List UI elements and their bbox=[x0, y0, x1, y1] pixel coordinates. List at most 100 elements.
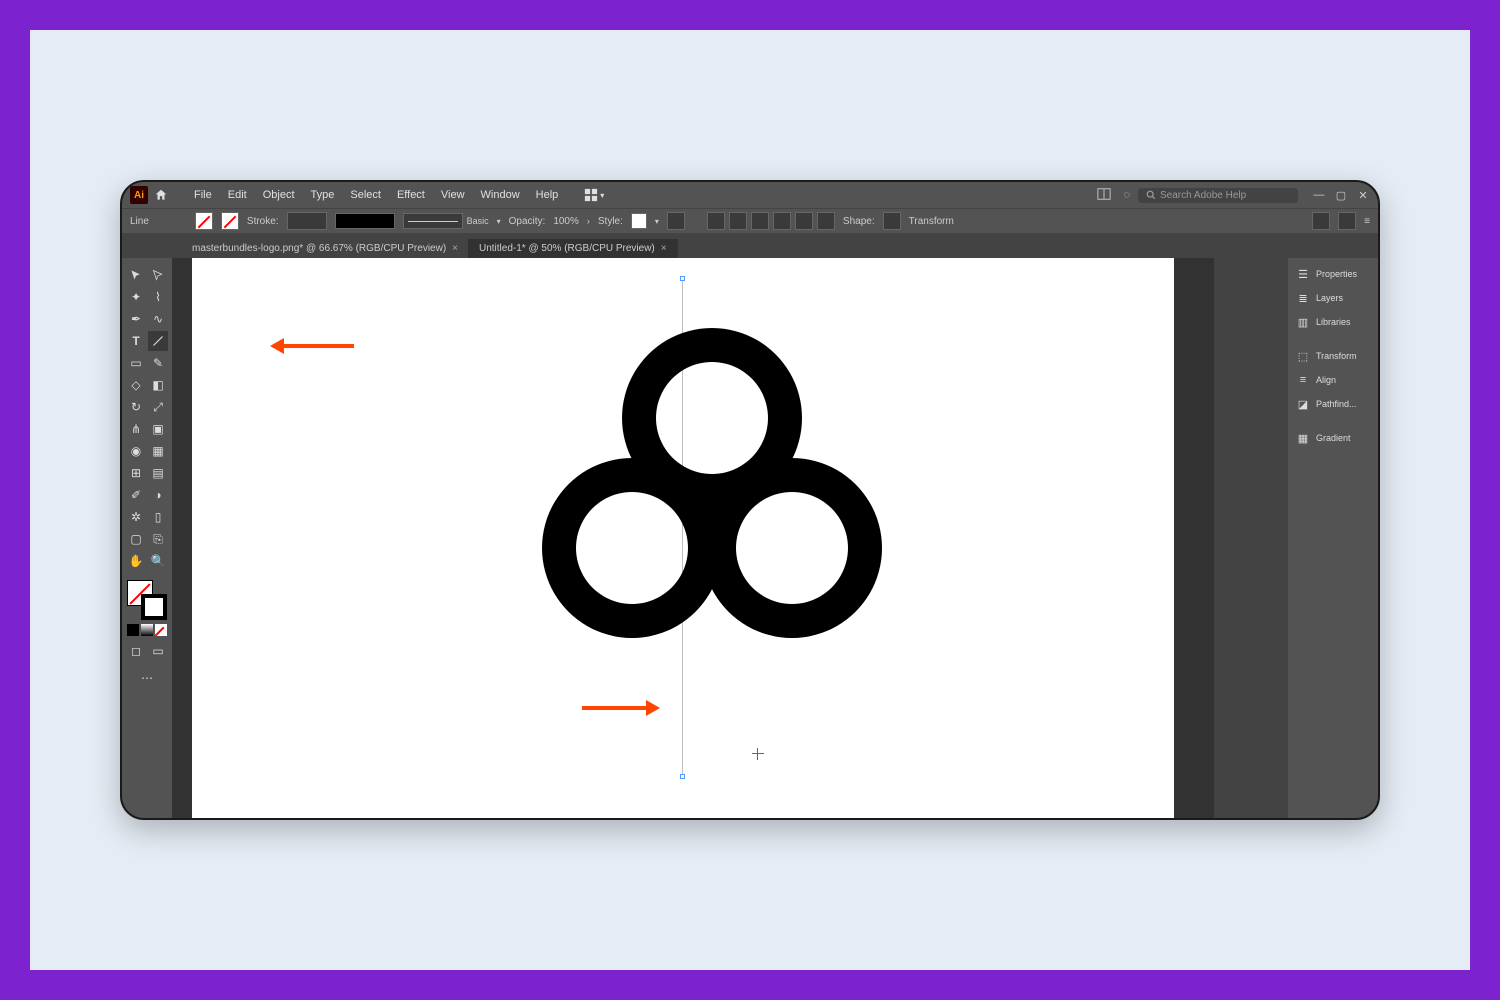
stroke-label: Stroke: bbox=[247, 216, 279, 227]
active-tool-label: Line bbox=[130, 216, 149, 227]
rectangle-tool[interactable]: ▭ bbox=[126, 353, 146, 373]
close-icon[interactable]: × bbox=[452, 243, 458, 254]
maximize-button[interactable]: ▢ bbox=[1334, 188, 1348, 202]
slice-tool[interactable]: ⎘ bbox=[148, 529, 168, 549]
graphic-style-swatch[interactable] bbox=[631, 213, 647, 229]
drawn-line-segment[interactable] bbox=[682, 278, 683, 778]
transform-icon: ⬚ bbox=[1296, 349, 1310, 363]
menu-edit[interactable]: Edit bbox=[222, 189, 253, 201]
line-handle-top[interactable] bbox=[680, 276, 685, 281]
menu-window[interactable]: Window bbox=[475, 189, 526, 201]
menu-file[interactable]: File bbox=[188, 189, 218, 201]
home-icon[interactable] bbox=[152, 186, 170, 204]
panel-layers[interactable]: ≣ Layers bbox=[1288, 286, 1378, 310]
none-mode-icon[interactable] bbox=[155, 624, 167, 636]
shaper-tool[interactable]: ◇ bbox=[126, 375, 146, 395]
search-placeholder: Search Adobe Help bbox=[1160, 190, 1246, 201]
align-bottom-icon[interactable] bbox=[817, 212, 835, 230]
artboard[interactable] bbox=[192, 258, 1174, 818]
pref-icon[interactable] bbox=[1338, 212, 1356, 230]
align-center-icon[interactable] bbox=[729, 212, 747, 230]
document-tab[interactable]: Untitled-1* @ 50% (RGB/CPU Preview) × bbox=[469, 239, 678, 258]
edit-toolbar-icon[interactable]: ⋯ bbox=[137, 668, 157, 688]
eyedropper-tool[interactable]: ✐ bbox=[126, 485, 146, 505]
search-help-icon[interactable]: ◌ bbox=[1123, 189, 1130, 201]
fill-stroke-indicator[interactable] bbox=[127, 580, 167, 620]
panel-pathfinder[interactable]: ◪ Pathfind... bbox=[1288, 392, 1378, 416]
selection-tool[interactable] bbox=[126, 265, 146, 285]
variable-width-profile[interactable] bbox=[335, 213, 395, 229]
type-tool[interactable]: T bbox=[126, 331, 146, 351]
line-handle-bottom[interactable] bbox=[680, 774, 685, 779]
close-icon[interactable]: × bbox=[661, 243, 667, 254]
transform-label[interactable]: Transform bbox=[909, 216, 954, 227]
panel-libraries[interactable]: ▥ Libraries bbox=[1288, 310, 1378, 334]
panel-label: Gradient bbox=[1316, 433, 1351, 443]
panel-transform[interactable]: ⬚ Transform bbox=[1288, 344, 1378, 368]
blend-tool[interactable]: ◑ bbox=[148, 485, 168, 505]
menu-view[interactable]: View bbox=[435, 189, 471, 201]
rotate-tool[interactable]: ↻ bbox=[126, 397, 146, 417]
gradient-mode-icon[interactable] bbox=[141, 624, 153, 636]
panel-align[interactable]: ≡ Align bbox=[1288, 368, 1378, 392]
free-transform-tool[interactable]: ▣ bbox=[148, 419, 168, 439]
canvas[interactable] bbox=[172, 258, 1214, 818]
shape-builder-tool[interactable]: ◉ bbox=[126, 441, 146, 461]
stroke-indicator[interactable] bbox=[141, 594, 167, 620]
document-tab[interactable]: masterbundles-logo.png* @ 66.67% (RGB/CP… bbox=[182, 239, 469, 258]
gradient-tool[interactable]: ▤ bbox=[148, 463, 168, 483]
panel-label: Layers bbox=[1316, 293, 1343, 303]
menu-object[interactable]: Object bbox=[257, 189, 301, 201]
arrange-documents-icon[interactable] bbox=[1097, 187, 1111, 204]
isolate-icon[interactable] bbox=[1312, 212, 1330, 230]
align-top-icon[interactable] bbox=[773, 212, 791, 230]
mesh-tool[interactable]: ⊞ bbox=[126, 463, 146, 483]
stroke-swatch[interactable] bbox=[221, 212, 239, 230]
minimize-button[interactable]: — bbox=[1312, 188, 1326, 202]
align-right-icon[interactable] bbox=[751, 212, 769, 230]
document-tabs: masterbundles-logo.png* @ 66.67% (RGB/CP… bbox=[122, 234, 1378, 258]
symbol-sprayer-tool[interactable]: ✲ bbox=[126, 507, 146, 527]
eraser-tool[interactable]: ◧ bbox=[148, 375, 168, 395]
align-middle-icon[interactable] bbox=[795, 212, 813, 230]
column-graph-tool[interactable]: ▯ bbox=[148, 507, 168, 527]
recolor-icon[interactable] bbox=[667, 212, 685, 230]
gradient-icon: ▦ bbox=[1296, 431, 1310, 445]
direct-selection-tool[interactable] bbox=[148, 265, 168, 285]
menu-effect[interactable]: Effect bbox=[391, 189, 431, 201]
scale-tool[interactable]: ⤢ bbox=[148, 397, 168, 417]
color-mode-icon[interactable] bbox=[127, 624, 139, 636]
screen-mode-icon[interactable]: ▭ bbox=[148, 641, 168, 661]
menu-help[interactable]: Help bbox=[530, 189, 565, 201]
panel-menu-icon[interactable]: ≡ bbox=[1364, 216, 1370, 227]
menu-select[interactable]: Select bbox=[344, 189, 387, 201]
panel-gradient[interactable]: ▦ Gradient bbox=[1288, 426, 1378, 450]
zoom-tool[interactable]: 🔍 bbox=[148, 551, 168, 571]
lasso-tool[interactable]: ⌇ bbox=[148, 287, 168, 307]
artboard-tool[interactable]: ▢ bbox=[126, 529, 146, 549]
magic-wand-tool[interactable]: ✦ bbox=[126, 287, 146, 307]
opacity-value[interactable]: 100% bbox=[553, 216, 579, 227]
drawing-mode-icon[interactable]: ◻ bbox=[126, 641, 146, 661]
panel-properties[interactable]: ☰ Properties bbox=[1288, 262, 1378, 286]
pathfinder-icon: ◪ bbox=[1296, 397, 1310, 411]
shape-icon[interactable] bbox=[883, 212, 901, 230]
perspective-grid-tool[interactable]: ▦ bbox=[148, 441, 168, 461]
hand-tool[interactable]: ✋ bbox=[126, 551, 146, 571]
tools-panel: ✦ ⌇ ✒ ∿ T ▭ ✎ ◇ ◧ bbox=[122, 258, 172, 818]
width-tool[interactable]: ⋔ bbox=[126, 419, 146, 439]
brush-definition[interactable] bbox=[403, 213, 463, 229]
menu-type[interactable]: Type bbox=[305, 189, 341, 201]
control-bar: Line Stroke: Basic ▾ Opacity: 100% › Sty… bbox=[122, 208, 1378, 234]
paintbrush-tool[interactable]: ✎ bbox=[148, 353, 168, 373]
workspace-switcher-icon[interactable]: ▾ bbox=[584, 188, 604, 202]
curvature-tool[interactable]: ∿ bbox=[148, 309, 168, 329]
search-input[interactable]: Search Adobe Help bbox=[1138, 188, 1298, 203]
close-button[interactable]: ✕ bbox=[1356, 188, 1370, 202]
cursor-crosshair-icon bbox=[752, 748, 764, 760]
fill-swatch[interactable] bbox=[195, 212, 213, 230]
line-segment-tool[interactable] bbox=[148, 331, 168, 351]
stroke-weight-dropdown[interactable] bbox=[287, 212, 327, 230]
pen-tool[interactable]: ✒ bbox=[126, 309, 146, 329]
align-left-icon[interactable] bbox=[707, 212, 725, 230]
